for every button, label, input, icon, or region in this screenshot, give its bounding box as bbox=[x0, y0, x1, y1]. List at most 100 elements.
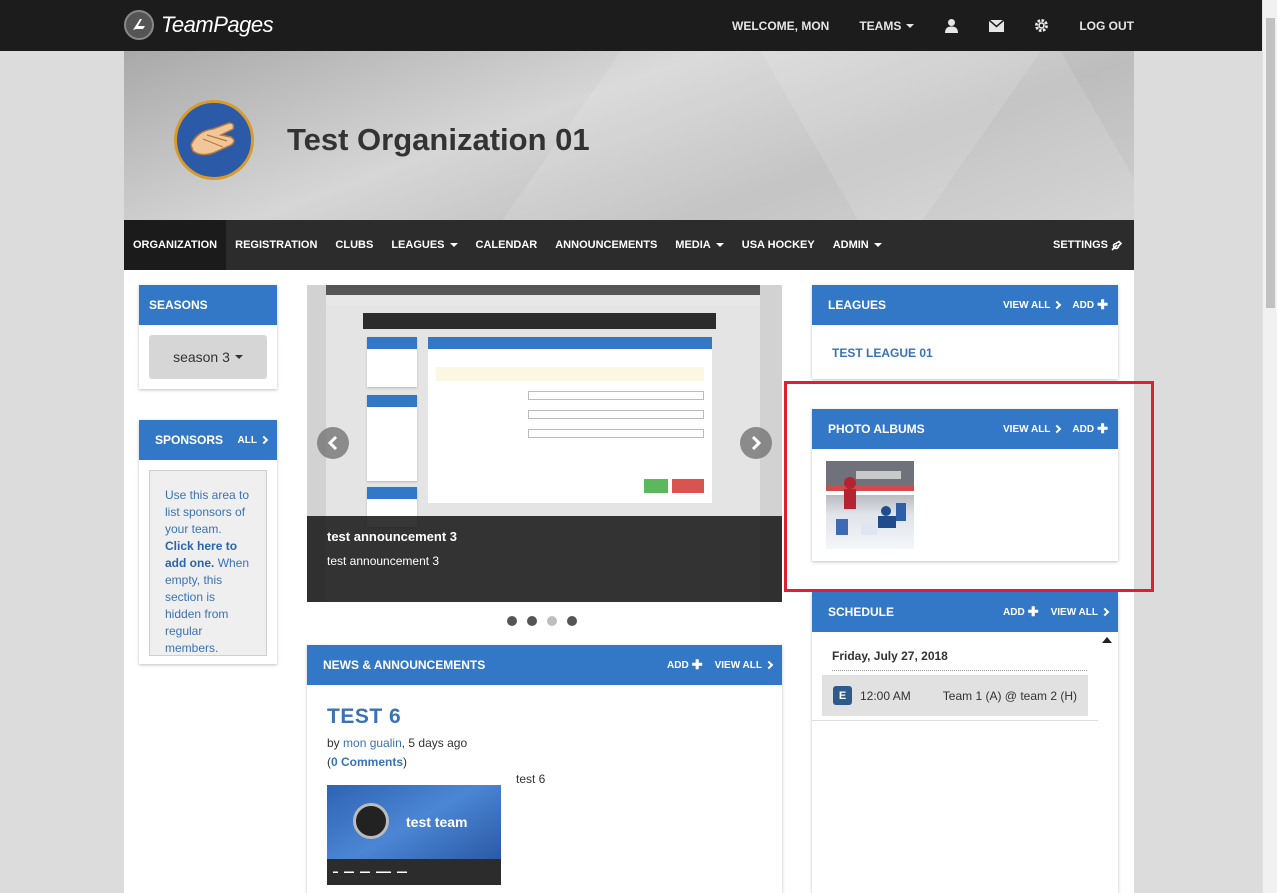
event-time: 12:00 AM bbox=[860, 688, 911, 703]
slide-next-button[interactable] bbox=[740, 427, 772, 459]
schedule-panel: SCHEDULE ADD ✚ VIEW ALL Friday, July 27,… bbox=[812, 592, 1118, 893]
schedule-view-all-link[interactable]: VIEW ALL bbox=[1050, 606, 1110, 618]
sponsors-all-label: ALL bbox=[237, 434, 257, 446]
leagues-panel: LEAGUES VIEW ALL ADD ✚ TEST LEAGUE 01 bbox=[812, 285, 1118, 379]
nav-item-announcements[interactable]: ANNOUNCEMENTS bbox=[546, 220, 666, 270]
schedule-list: Friday, July 27, 2018 E 12:00 AM Team 1 … bbox=[812, 632, 1118, 893]
news-when: , 5 days ago bbox=[401, 736, 468, 750]
schedule-event-row[interactable]: E 12:00 AM Team 1 (A) @ team 2 (H) bbox=[822, 675, 1088, 716]
sponsors-header: SPONSORS ALL bbox=[139, 420, 277, 460]
plus-icon: ✚ bbox=[1097, 297, 1108, 312]
schedule-title: SCHEDULE bbox=[828, 605, 895, 619]
slide-screenshot-nav bbox=[363, 313, 716, 329]
season-selected: season 3 bbox=[173, 349, 230, 365]
wrench-icon bbox=[1111, 239, 1122, 251]
news-post-meta: by mon gualin, 5 days ago bbox=[327, 736, 467, 750]
logout-link[interactable]: LOG OUT bbox=[1079, 19, 1134, 33]
brand-name: TeamPages bbox=[161, 12, 274, 37]
welcome-link[interactable]: WELCOME, MON bbox=[732, 19, 829, 33]
leagues-view-all-link[interactable]: VIEW ALL bbox=[1003, 299, 1062, 311]
highlight-box bbox=[784, 381, 1154, 592]
nav-item-leagues[interactable]: LEAGUES bbox=[382, 220, 466, 270]
slide-dot[interactable] bbox=[507, 616, 517, 626]
nav-item-media[interactable]: MEDIA bbox=[666, 220, 732, 270]
top-nav: WELCOME, MON TEAMS LOG OUT bbox=[702, 0, 1134, 51]
scroll-up-icon[interactable] bbox=[1102, 637, 1112, 643]
chevron-down-icon bbox=[715, 243, 724, 247]
chevron-down-icon bbox=[449, 243, 458, 247]
event-type-badge: E bbox=[833, 686, 852, 705]
news-add-label: ADD bbox=[667, 659, 689, 671]
chevron-right-icon bbox=[259, 435, 269, 445]
seasons-panel: SEASONS season 3 bbox=[139, 285, 277, 389]
sponsors-all-link[interactable]: ALL bbox=[237, 434, 269, 446]
news-comments-link[interactable]: 0 Comments bbox=[331, 755, 403, 769]
nav-item-usa-hockey[interactable]: USA HOCKEY bbox=[733, 220, 824, 270]
chevron-right-icon bbox=[1053, 300, 1062, 310]
org-banner: Test Organization 01 bbox=[124, 51, 1134, 220]
slide-dots bbox=[507, 616, 587, 626]
mail-icon[interactable] bbox=[989, 19, 1005, 32]
seasons-title: SEASONS bbox=[149, 298, 208, 312]
chevron-down-icon bbox=[873, 243, 882, 247]
thumb-nav: ▬ ▬▬ ▬▬ ▬▬▬ ▬▬ bbox=[327, 859, 501, 885]
slide-dot[interactable] bbox=[567, 616, 577, 626]
nav-item-registration[interactable]: REGISTRATION bbox=[226, 220, 326, 270]
leagues-header: LEAGUES VIEW ALL ADD ✚ bbox=[812, 285, 1118, 325]
season-dropdown[interactable]: season 3 bbox=[149, 335, 267, 379]
page-scrollbar[interactable] bbox=[1262, 0, 1277, 893]
news-title: NEWS & ANNOUNCEMENTS bbox=[323, 658, 486, 672]
news-post-image[interactable]: test team ▬ ▬▬ ▬▬ ▬▬▬ ▬▬ bbox=[327, 785, 501, 885]
nav-item-calendar[interactable]: CALENDAR bbox=[467, 220, 547, 270]
slide-caption-text: test announcement 3 bbox=[327, 554, 440, 568]
scrollbar-thumb[interactable] bbox=[1266, 18, 1275, 308]
gear-icon[interactable] bbox=[1034, 18, 1049, 33]
teams-dropdown[interactable]: TEAMS bbox=[859, 18, 915, 33]
plus-icon: ✚ bbox=[691, 657, 703, 672]
sponsors-title: SPONSORS bbox=[155, 433, 224, 447]
slide-screenshot-bookmarks bbox=[326, 295, 760, 305]
slide-caption: test announcement 3 test announcement 3 bbox=[307, 516, 782, 602]
slide-caption-title: test announcement 3 bbox=[327, 529, 458, 544]
teams-label: TEAMS bbox=[859, 18, 902, 33]
slide-prev-button[interactable] bbox=[317, 427, 349, 459]
league-item-link[interactable]: TEST LEAGUE 01 bbox=[832, 346, 933, 360]
chevron-down-icon bbox=[234, 355, 243, 359]
sponsors-panel: SPONSORS ALL Use this area to list spons… bbox=[139, 420, 277, 664]
announcement-slideshow[interactable]: test announcement 3 test announcement 3 bbox=[307, 285, 782, 602]
news-add-button[interactable]: ADD ✚ bbox=[667, 657, 703, 672]
event-teams: Team 1 (A) @ team 2 (H) bbox=[942, 688, 1077, 703]
slide-dot[interactable] bbox=[527, 616, 537, 626]
schedule-add-button[interactable]: ADD ✚ bbox=[1003, 605, 1039, 618]
org-logo bbox=[174, 100, 254, 180]
news-header: NEWS & ANNOUNCEMENTS ADD ✚ VIEW ALL bbox=[307, 645, 782, 685]
slide-dot-active[interactable] bbox=[547, 616, 557, 626]
chevron-down-icon bbox=[906, 23, 915, 28]
sponsor-empty-box: Use this area to list sponsors of your t… bbox=[149, 470, 267, 656]
slide-screenshot-box bbox=[367, 337, 417, 387]
thumb-team-name: test team bbox=[406, 814, 468, 830]
nav-item-admin[interactable]: ADMIN bbox=[824, 220, 891, 270]
chevron-right-icon bbox=[751, 436, 762, 450]
top-bar: TeamPages WELCOME, MON TEAMS LOG OUT bbox=[0, 0, 1262, 51]
nav-item-clubs[interactable]: CLUBS bbox=[326, 220, 382, 270]
user-icon[interactable] bbox=[944, 18, 959, 33]
leagues-add-button[interactable]: ADD ✚ bbox=[1072, 297, 1108, 312]
leagues-view-all-label: VIEW ALL bbox=[1003, 299, 1051, 311]
schedule-date: Friday, July 27, 2018 bbox=[832, 649, 948, 663]
news-post-title[interactable]: TEST 6 bbox=[327, 705, 401, 729]
schedule-header: SCHEDULE ADD ✚ VIEW ALL bbox=[812, 592, 1118, 632]
schedule-divider bbox=[832, 670, 1087, 671]
brand-logo-icon bbox=[124, 10, 154, 40]
nav-item-organization[interactable]: ORGANIZATION bbox=[124, 220, 227, 270]
schedule-view-all-label: VIEW ALL bbox=[1050, 606, 1098, 618]
brand[interactable]: TeamPages bbox=[124, 10, 274, 40]
chevron-left-icon bbox=[327, 436, 338, 450]
news-author-link[interactable]: mon gualin bbox=[343, 736, 402, 750]
slide-screenshot-chrome bbox=[326, 285, 760, 295]
news-view-all-label: VIEW ALL bbox=[714, 659, 762, 671]
settings-link[interactable]: SETTINGS bbox=[1053, 220, 1122, 270]
thumb-team-logo bbox=[353, 803, 389, 839]
news-view-all-link[interactable]: VIEW ALL bbox=[714, 659, 774, 671]
settings-label: SETTINGS bbox=[1052, 239, 1108, 251]
